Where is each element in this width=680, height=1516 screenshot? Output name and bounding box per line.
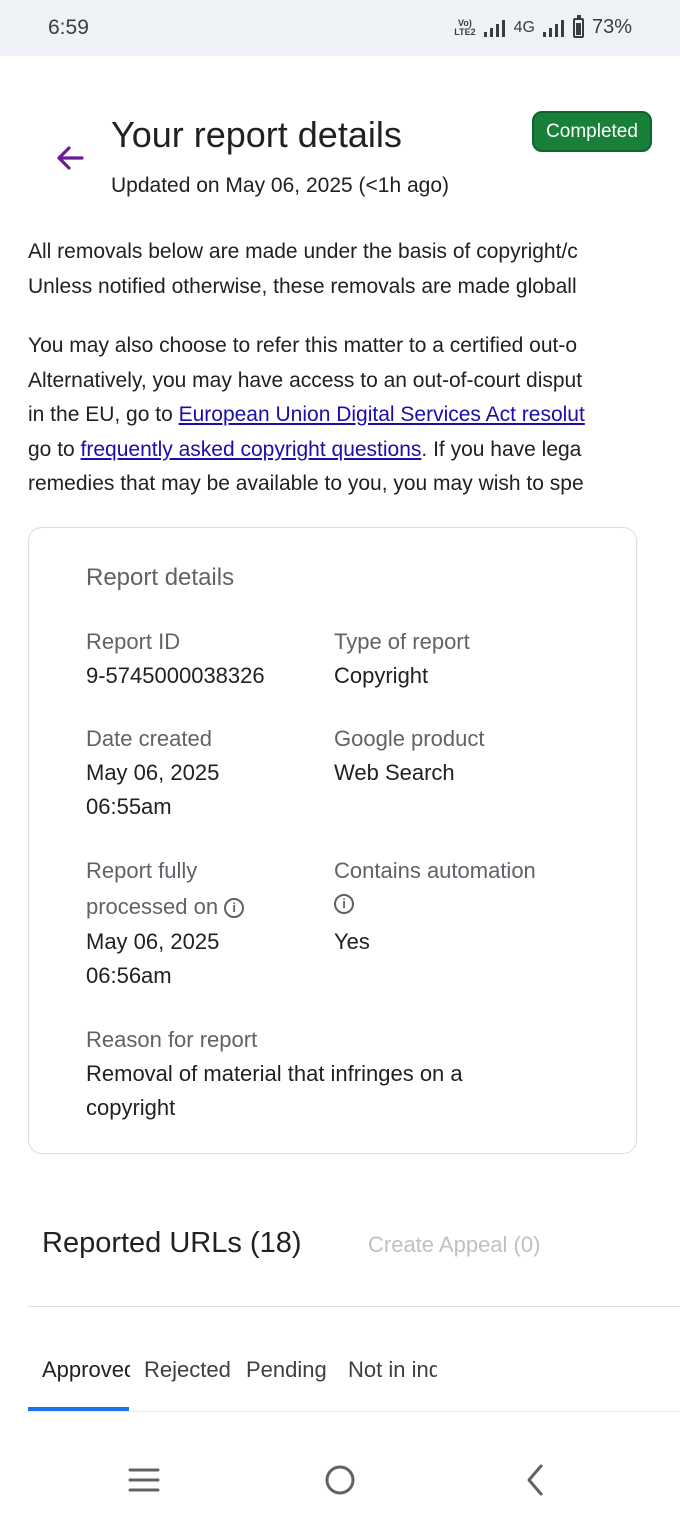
type-value: Copyright: [334, 663, 429, 688]
intro-text: in the EU, go to: [28, 403, 179, 426]
intro-text: . If you have lega: [421, 437, 582, 461]
intro-paragraph-1: All removals below are made under the ba…: [28, 235, 680, 304]
info-icon[interactable]: i: [334, 894, 354, 914]
card-title: Report details: [86, 564, 235, 591]
status-badge: Completed: [532, 111, 652, 152]
volte-icon: Vo) LTE2: [454, 17, 476, 37]
home-icon[interactable]: [320, 1460, 360, 1500]
page-title: Your report details: [111, 114, 402, 155]
date-created-date: May 06, 2025: [86, 760, 220, 785]
processed-label: processed on i: [86, 890, 245, 924]
automation-label: Contains automation: [334, 858, 536, 883]
automation-value: Yes: [334, 929, 370, 954]
signal-icon: [483, 19, 505, 37]
intro-line: go to frequently asked copyright questio…: [28, 433, 680, 468]
type-label: Type of report: [334, 629, 470, 654]
intro-paragraph-2: You may also choose to refer this matter…: [28, 329, 680, 502]
tab-approved[interactable]: Approved: [42, 1357, 130, 1383]
date-created-time: 06:55am: [86, 794, 172, 819]
eu-dsa-link[interactable]: European Union Digital Services Act reso…: [179, 403, 585, 426]
network-type: 4G: [513, 18, 535, 36]
tabs-divider: [28, 1411, 680, 1412]
tab-not-in-index[interactable]: Not in index: [348, 1357, 437, 1383]
battery-icon: [572, 14, 584, 38]
recent-apps-icon[interactable]: [124, 1460, 164, 1500]
report-details-card: Report details Report ID 9-5745000038326…: [28, 527, 637, 1154]
arrow-left-icon[interactable]: [52, 140, 88, 176]
processed-label-line1: Report fully: [86, 858, 198, 883]
create-appeal-button[interactable]: Create Appeal (0): [368, 1232, 540, 1258]
reason-line1: Removal of material that infringes on a: [86, 1061, 463, 1086]
date-created-label: Date created: [86, 726, 212, 751]
reported-urls-title: Reported URLs (18): [42, 1227, 302, 1259]
processed-time: 06:56am: [86, 963, 172, 988]
intro-line: Alternatively, you may have access to an…: [28, 368, 583, 392]
intro-line: in the EU, go to European Union Digital …: [28, 398, 680, 433]
status-time: 6:59: [48, 16, 89, 39]
intro-text: go to: [28, 437, 81, 461]
report-id-value: 9-5745000038326: [86, 663, 265, 688]
section-divider: [28, 1306, 680, 1307]
report-id-label: Report ID: [86, 629, 181, 654]
intro-line: You may also choose to refer this matter…: [28, 334, 578, 357]
processed-date: May 06, 2025: [86, 929, 220, 954]
product-value: Web Search: [334, 760, 455, 785]
tab-pending[interactable]: Pending: [246, 1357, 334, 1383]
updated-timestamp: Updated on May 06, 2025 (<1h ago): [111, 174, 449, 197]
back-nav-icon[interactable]: [516, 1460, 556, 1500]
battery-level: 73%: [591, 16, 632, 38]
tab-rejected[interactable]: Rejected: [144, 1357, 231, 1383]
reason-line2: copyright: [86, 1095, 176, 1120]
info-icon[interactable]: i: [224, 898, 245, 918]
reason-label: Reason for report: [86, 1027, 258, 1052]
processed-label-line2: processed on: [86, 894, 219, 919]
intro-line: All removals below are made under the ba…: [28, 240, 578, 263]
signal-icon-2: [542, 19, 564, 37]
status-icons: Vo) LTE2 4G 73%: [454, 14, 632, 39]
intro-line: remedies that may be available to you, y…: [28, 472, 584, 495]
intro-line: Unless notified otherwise, these removal…: [28, 274, 577, 298]
automation-info: i: [334, 886, 354, 920]
copyright-faq-link[interactable]: frequently asked copyright questions: [81, 438, 422, 461]
product-label: Google product: [334, 726, 485, 751]
status-bar: 6:59 Vo) LTE2 4G 73%: [0, 0, 680, 56]
